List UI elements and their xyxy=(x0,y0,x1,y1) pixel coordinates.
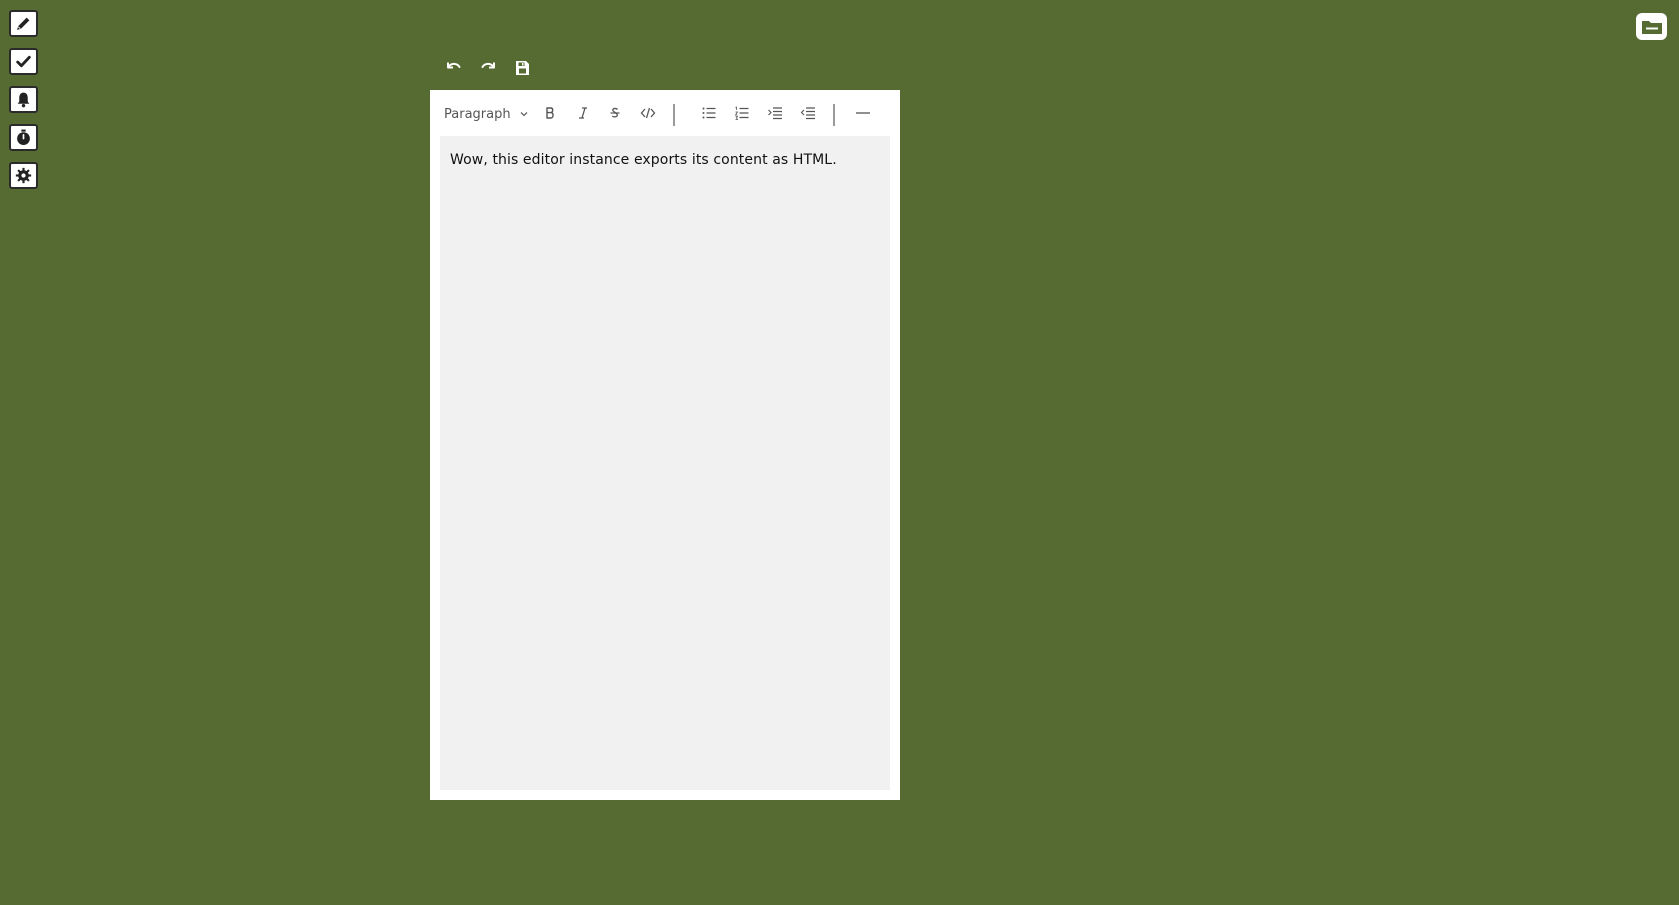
stopwatch-button[interactable] xyxy=(9,124,38,151)
toolbar-divider xyxy=(673,104,675,126)
redo-button[interactable] xyxy=(478,58,498,78)
redo-icon xyxy=(481,62,495,69)
history-toolbar xyxy=(444,58,532,78)
indent-icon xyxy=(768,107,782,120)
stopwatch-icon xyxy=(17,129,30,145)
strikethrough-icon xyxy=(610,107,620,118)
outdent-button[interactable] xyxy=(796,102,820,124)
bell-icon xyxy=(17,92,30,108)
bold-button[interactable] xyxy=(538,102,562,124)
pencil-icon xyxy=(17,17,30,30)
horizontal-rule-icon xyxy=(856,112,870,114)
formatting-toolbar: Paragraph xyxy=(430,90,900,136)
italic-icon xyxy=(579,107,587,119)
indent-button[interactable] xyxy=(763,102,787,124)
code-icon xyxy=(640,107,656,119)
ordered-list-button[interactable] xyxy=(730,102,754,124)
code-button[interactable] xyxy=(636,102,660,124)
bullet-list-icon xyxy=(702,107,716,119)
settings-button[interactable] xyxy=(9,162,38,189)
horizontal-rule-button[interactable] xyxy=(851,102,875,124)
block-type-label: Paragraph xyxy=(444,106,511,122)
chevron-down-icon xyxy=(520,112,528,117)
ordered-list-icon xyxy=(734,106,749,120)
editor-content-area[interactable]: Wow, this editor instance exports its co… xyxy=(440,136,890,790)
folder-collapse-button[interactable] xyxy=(1636,13,1667,40)
editor-paragraph[interactable]: Wow, this editor instance exports its co… xyxy=(450,152,880,168)
folder-minus-icon xyxy=(1641,20,1662,34)
pencil-button[interactable] xyxy=(9,10,38,37)
save-icon xyxy=(516,61,529,75)
check-icon xyxy=(16,55,31,68)
block-type-select[interactable]: Paragraph xyxy=(444,104,529,124)
bell-button[interactable] xyxy=(9,86,38,113)
gear-icon xyxy=(15,167,32,184)
outdent-icon xyxy=(800,107,815,120)
left-tool-rail xyxy=(9,10,38,189)
bullet-list-button[interactable] xyxy=(697,102,721,124)
bold-icon xyxy=(546,107,554,119)
editor-panel: Paragraph Wow, this editor instance expo… xyxy=(430,90,900,800)
undo-icon xyxy=(447,62,461,69)
undo-button[interactable] xyxy=(444,58,464,78)
strikethrough-button[interactable] xyxy=(603,102,627,124)
save-button[interactable] xyxy=(512,58,532,78)
italic-button[interactable] xyxy=(571,102,595,124)
toolbar-divider xyxy=(833,104,835,126)
check-button[interactable] xyxy=(9,48,38,75)
